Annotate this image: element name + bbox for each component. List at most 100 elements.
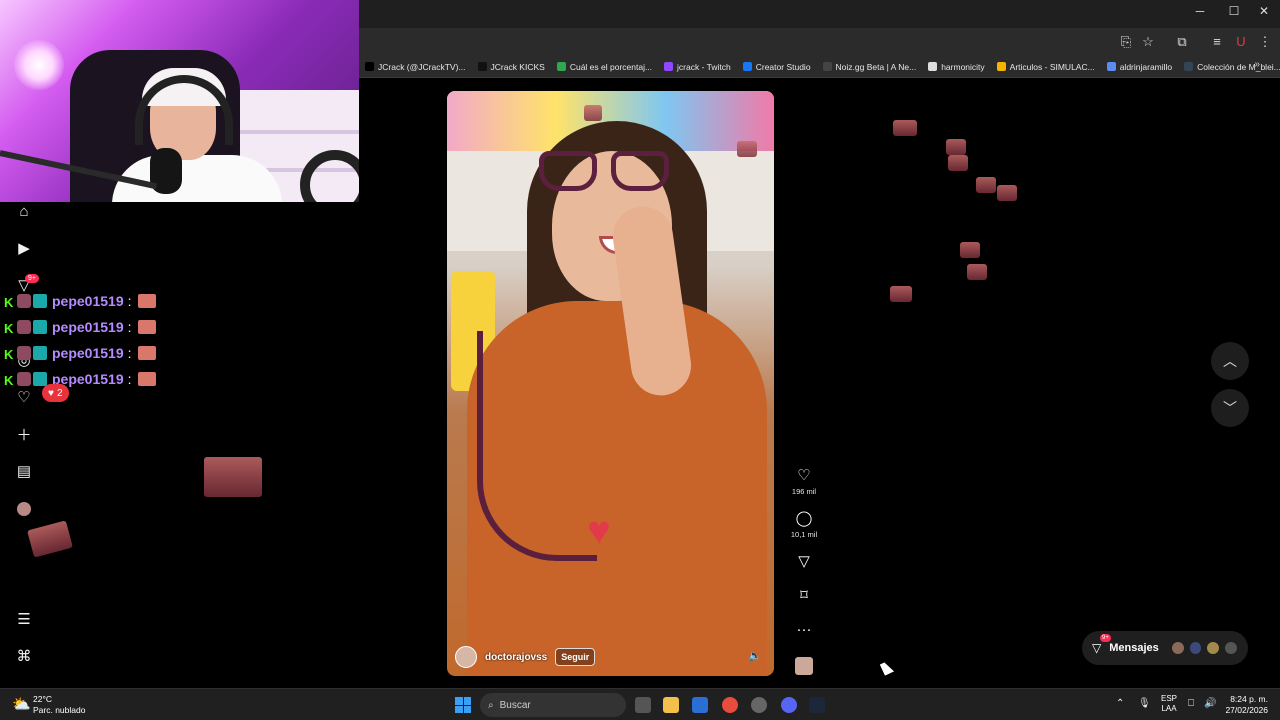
bookmark-item[interactable]: Colección de M_blei... (1178, 62, 1280, 72)
video-player[interactable]: ♥ doctorajovss Seguir 🔈 (447, 91, 774, 676)
bookmark-label: harmonicity (941, 61, 985, 72)
bookmark-star-icon[interactable]: ☆ (1139, 34, 1157, 50)
chat-separator: : (127, 293, 132, 309)
steam-icon[interactable] (809, 697, 825, 713)
like-count: 2 (56, 387, 63, 399)
like-heart-icon[interactable]: ♡ (797, 467, 810, 485)
subscriber-badge-icon (17, 294, 31, 308)
floating-emote (893, 120, 917, 136)
bookmark-item[interactable]: JCrack (@JCrackTV)... (359, 62, 472, 72)
chat-message: Kpepe01519: (4, 366, 156, 392)
comment-icon[interactable]: ◯ (796, 510, 813, 528)
gift-badge-icon (33, 320, 47, 334)
profile-avatar[interactable] (14, 499, 34, 519)
x-icon (365, 62, 374, 71)
save-action[interactable]: ⌑ (786, 587, 822, 605)
home-icon[interactable]: ⌂ (14, 201, 34, 221)
screen: ─ ☐ ✕ ⎘ ☆ ⧉ ≡ U ⋮ JCrack (@JCrackTV)... J… (0, 0, 1280, 720)
subscriber-badge-icon (17, 372, 31, 386)
taskbar-clock[interactable]: 8:24 p. m. 27/02/2026 (1222, 694, 1268, 716)
browser-menu-icon[interactable]: ⋮ (1256, 34, 1274, 50)
chat-separator: : (127, 345, 132, 361)
obs-icon[interactable] (751, 697, 767, 713)
comment-action[interactable]: ◯ 10,1 mil (786, 510, 822, 539)
search-icon: ⌕ (488, 699, 494, 711)
browser-toolbar: ⎘ ☆ ⧉ ≡ U ⋮ (359, 28, 1280, 56)
subscriber-badge-icon (17, 320, 31, 334)
minimize-button[interactable]: ─ (1185, 4, 1215, 18)
stream-chat-overlay: Kpepe01519: Kpepe01519: Kpepe01519: Kpepe01… (4, 288, 156, 392)
kick-badge-icon: K (4, 373, 14, 388)
comment-count: 10,1 mil (790, 530, 818, 539)
install-app-icon[interactable]: ⎘ (1117, 34, 1135, 50)
bookmark-item[interactable]: Creator Studio (737, 62, 817, 72)
weather-widget[interactable]: 22°C Parc. nublado (33, 694, 85, 716)
bookmarks-overflow-button[interactable]: » (1254, 59, 1260, 70)
video-person-glasses (539, 151, 673, 191)
analytics-icon[interactable]: ▤ (14, 461, 34, 481)
bookmark-item[interactable]: Noiz.gg Beta | A Ne... (817, 62, 923, 72)
bookmark-item[interactable]: aldrinjaramillo (1101, 62, 1178, 72)
like-action[interactable]: ♡ 196 mil (786, 467, 822, 496)
weather-condition: Parc. nublado (33, 705, 86, 715)
sound-thumbnail[interactable] (795, 657, 813, 675)
task-view-icon[interactable] (635, 697, 651, 713)
messages-nav-badge: 9+ (25, 274, 39, 283)
bookmark-item[interactable]: Articulos - SIMULAC... (991, 62, 1101, 72)
language-indicator[interactable]: ESP LAA (1161, 694, 1177, 714)
volume-tray-icon[interactable]: 🔊 (1204, 698, 1216, 709)
taskbar-search[interactable]: ⌕ Buscar (480, 693, 626, 717)
close-window-button[interactable]: ✕ (1249, 4, 1279, 18)
video-stethoscope (477, 331, 597, 561)
outlook-icon[interactable] (692, 697, 708, 713)
network-icon[interactable]: ⎕ (1188, 698, 1194, 709)
file-explorer-icon[interactable] (663, 697, 679, 713)
share-icon[interactable]: ▽ (798, 553, 810, 571)
kick-badge-icon: K (4, 295, 14, 310)
microphone-tray-icon[interactable]: 🎙 (1138, 698, 1151, 709)
chat-message: Kpepe01519: (4, 288, 156, 314)
gift-badge-icon (33, 346, 47, 360)
bookmark-item[interactable]: harmonicity (922, 62, 990, 72)
weather-icon[interactable]: ⛅ (12, 695, 31, 713)
maximize-button[interactable]: ☐ (1219, 4, 1249, 18)
chat-username: pepe01519 (52, 319, 124, 335)
chat-separator: : (127, 371, 132, 387)
author-avatar[interactable] (455, 646, 477, 668)
menu-icon[interactable]: ☰ (14, 609, 34, 629)
messages-button[interactable]: ▽ 9+ Mensajes (1082, 631, 1248, 665)
extensions-icon[interactable]: ⧉ (1173, 34, 1191, 50)
volume-icon[interactable]: 🔈 (748, 649, 762, 662)
chat-message: Kpepe01519: (4, 314, 156, 340)
chat-username: pepe01519 (52, 293, 124, 309)
language-code: ESP (1161, 694, 1178, 703)
temperature: 22°C (33, 694, 52, 704)
chevron-up-icon: ︿ (1223, 353, 1237, 369)
bookmark-item[interactable]: jcrack - Twitch (658, 62, 737, 72)
contact-avatar (1224, 641, 1239, 655)
more-dots-icon[interactable]: ··· (797, 621, 812, 639)
start-button[interactable] (455, 697, 471, 713)
chat-username: pepe01519 (52, 345, 124, 361)
windows-taskbar: ⛅ 22°C Parc. nublado ⌕ Buscar ⌃ 🎙 ESP LA… (0, 688, 1280, 720)
upload-plus-icon[interactable]: ＋ (14, 424, 34, 444)
next-video-button[interactable]: ﹀ (1211, 389, 1249, 427)
more-action[interactable]: ··· (786, 621, 822, 639)
discord-icon[interactable] (781, 697, 797, 713)
floating-emote (890, 286, 912, 302)
bookmark-icon[interactable]: ⌑ (800, 587, 808, 605)
previous-video-button[interactable]: ︿ (1211, 342, 1249, 380)
share-action[interactable]: ▽ (786, 553, 822, 571)
author-username[interactable]: doctorajovss (485, 652, 547, 663)
bookmark-label: Noiz.gg Beta | A Ne... (835, 61, 917, 72)
webcam-overlay (0, 0, 359, 202)
bookmark-item[interactable]: Cuál es el porcentaj... (551, 62, 658, 72)
profile-extension-icon[interactable]: U (1232, 34, 1250, 49)
bookmark-item[interactable]: JCrack KICKS (472, 62, 551, 72)
live-icon[interactable]: ▶ (14, 238, 34, 258)
more-apps-icon[interactable]: ⌘ (14, 646, 34, 666)
chrome-icon[interactable] (722, 697, 738, 713)
tray-chevron-icon[interactable]: ⌃ (1116, 698, 1124, 709)
follow-button[interactable]: Seguir (555, 648, 596, 666)
media-controls-icon[interactable]: ≡ (1208, 34, 1226, 49)
